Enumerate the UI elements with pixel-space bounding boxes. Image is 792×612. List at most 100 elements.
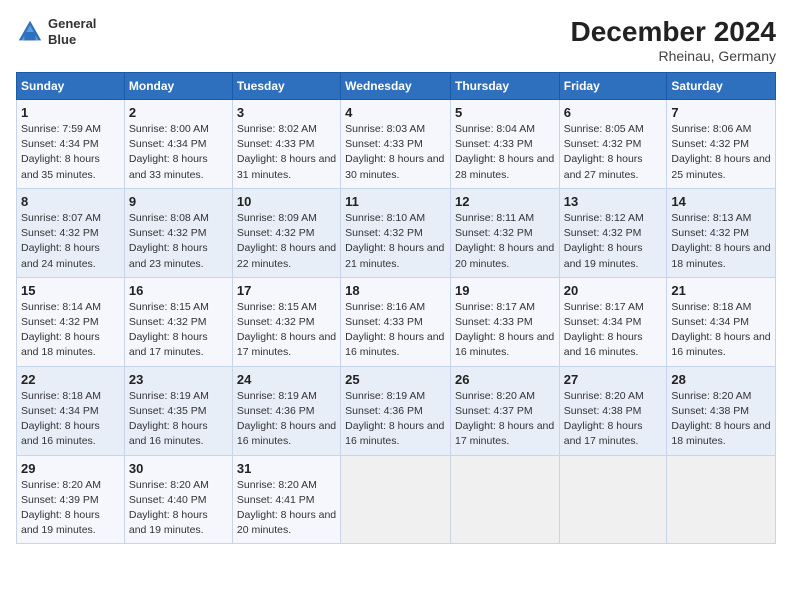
daylight-label: Daylight: 8 hours and 16 minutes. — [345, 420, 444, 447]
day-info: Sunrise: 8:02 AM Sunset: 4:33 PM Dayligh… — [237, 122, 336, 183]
daylight-label: Daylight: 8 hours and 24 minutes. — [21, 242, 100, 269]
logo: General Blue — [16, 16, 96, 47]
day-info: Sunrise: 8:16 AM Sunset: 4:33 PM Dayligh… — [345, 300, 446, 361]
daylight-label: Daylight: 8 hours and 17 minutes. — [455, 420, 554, 447]
day-number: 8 — [21, 194, 120, 209]
daylight-label: Daylight: 8 hours and 16 minutes. — [564, 331, 643, 358]
table-row: 11 Sunrise: 8:10 AM Sunset: 4:32 PM Dayl… — [341, 188, 451, 277]
day-number: 3 — [237, 105, 336, 120]
sunrise-label: Sunrise: 8:17 AM — [564, 301, 644, 313]
daylight-label: Daylight: 8 hours and 27 minutes. — [564, 153, 643, 180]
table-row: 10 Sunrise: 8:09 AM Sunset: 4:32 PM Dayl… — [232, 188, 340, 277]
daylight-label: Daylight: 8 hours and 18 minutes. — [671, 420, 770, 447]
day-number: 7 — [671, 105, 771, 120]
sunrise-label: Sunrise: 8:20 AM — [129, 479, 209, 491]
calendar-header-row: Sunday Monday Tuesday Wednesday Thursday… — [17, 73, 776, 100]
day-number: 5 — [455, 105, 555, 120]
sunrise-label: Sunrise: 8:20 AM — [671, 390, 751, 402]
daylight-label: Daylight: 8 hours and 20 minutes. — [455, 242, 554, 269]
col-saturday: Saturday — [667, 73, 776, 100]
day-info: Sunrise: 8:19 AM Sunset: 4:36 PM Dayligh… — [345, 389, 446, 450]
day-info: Sunrise: 8:09 AM Sunset: 4:32 PM Dayligh… — [237, 211, 336, 272]
table-row: 8 Sunrise: 8:07 AM Sunset: 4:32 PM Dayli… — [17, 188, 125, 277]
calendar-week-row: 8 Sunrise: 8:07 AM Sunset: 4:32 PM Dayli… — [17, 188, 776, 277]
day-number: 20 — [564, 283, 663, 298]
day-number: 31 — [237, 461, 336, 476]
title-block: December 2024 Rheinau, Germany — [571, 16, 776, 64]
day-number: 2 — [129, 105, 228, 120]
sunset-label: Sunset: 4:33 PM — [345, 316, 423, 328]
day-info: Sunrise: 8:04 AM Sunset: 4:33 PM Dayligh… — [455, 122, 555, 183]
day-number: 28 — [671, 372, 771, 387]
day-info: Sunrise: 8:20 AM Sunset: 4:38 PM Dayligh… — [564, 389, 663, 450]
calendar-week-row: 29 Sunrise: 8:20 AM Sunset: 4:39 PM Dayl… — [17, 455, 776, 544]
sunset-label: Sunset: 4:33 PM — [237, 138, 315, 150]
sunrise-label: Sunrise: 8:02 AM — [237, 123, 317, 135]
day-number: 23 — [129, 372, 228, 387]
daylight-label: Daylight: 8 hours and 17 minutes. — [237, 331, 336, 358]
table-row: 6 Sunrise: 8:05 AM Sunset: 4:32 PM Dayli… — [559, 100, 667, 189]
sunrise-label: Sunrise: 8:09 AM — [237, 212, 317, 224]
sunset-label: Sunset: 4:33 PM — [345, 138, 423, 150]
calendar-week-row: 15 Sunrise: 8:14 AM Sunset: 4:32 PM Dayl… — [17, 277, 776, 366]
col-monday: Monday — [124, 73, 232, 100]
table-row: 25 Sunrise: 8:19 AM Sunset: 4:36 PM Dayl… — [341, 366, 451, 455]
sunset-label: Sunset: 4:34 PM — [21, 405, 99, 417]
calendar-week-row: 1 Sunrise: 7:59 AM Sunset: 4:34 PM Dayli… — [17, 100, 776, 189]
sunset-label: Sunset: 4:32 PM — [455, 227, 533, 239]
day-info: Sunrise: 8:19 AM Sunset: 4:36 PM Dayligh… — [237, 389, 336, 450]
day-info: Sunrise: 8:14 AM Sunset: 4:32 PM Dayligh… — [21, 300, 120, 361]
table-row: 30 Sunrise: 8:20 AM Sunset: 4:40 PM Dayl… — [124, 455, 232, 544]
table-row — [559, 455, 667, 544]
daylight-label: Daylight: 8 hours and 18 minutes. — [21, 331, 100, 358]
sunset-label: Sunset: 4:38 PM — [564, 405, 642, 417]
day-info: Sunrise: 8:15 AM Sunset: 4:32 PM Dayligh… — [237, 300, 336, 361]
day-info: Sunrise: 8:20 AM Sunset: 4:39 PM Dayligh… — [21, 478, 120, 539]
table-row — [667, 455, 776, 544]
table-row: 14 Sunrise: 8:13 AM Sunset: 4:32 PM Dayl… — [667, 188, 776, 277]
day-number: 4 — [345, 105, 446, 120]
day-number: 6 — [564, 105, 663, 120]
sunrise-label: Sunrise: 8:14 AM — [21, 301, 101, 313]
sunrise-label: Sunrise: 8:10 AM — [345, 212, 425, 224]
day-info: Sunrise: 8:10 AM Sunset: 4:32 PM Dayligh… — [345, 211, 446, 272]
day-info: Sunrise: 8:17 AM Sunset: 4:33 PM Dayligh… — [455, 300, 555, 361]
sunrise-label: Sunrise: 8:19 AM — [237, 390, 317, 402]
day-number: 9 — [129, 194, 228, 209]
sunset-label: Sunset: 4:32 PM — [237, 227, 315, 239]
sunset-label: Sunset: 4:34 PM — [21, 138, 99, 150]
sunrise-label: Sunrise: 8:12 AM — [564, 212, 644, 224]
sunrise-label: Sunrise: 8:17 AM — [455, 301, 535, 313]
day-info: Sunrise: 8:20 AM Sunset: 4:40 PM Dayligh… — [129, 478, 228, 539]
daylight-label: Daylight: 8 hours and 30 minutes. — [345, 153, 444, 180]
col-sunday: Sunday — [17, 73, 125, 100]
daylight-label: Daylight: 8 hours and 28 minutes. — [455, 153, 554, 180]
day-info: Sunrise: 8:12 AM Sunset: 4:32 PM Dayligh… — [564, 211, 663, 272]
table-row: 9 Sunrise: 8:08 AM Sunset: 4:32 PM Dayli… — [124, 188, 232, 277]
day-info: Sunrise: 8:18 AM Sunset: 4:34 PM Dayligh… — [671, 300, 771, 361]
daylight-label: Daylight: 8 hours and 16 minutes. — [129, 420, 208, 447]
calendar-week-row: 22 Sunrise: 8:18 AM Sunset: 4:34 PM Dayl… — [17, 366, 776, 455]
daylight-label: Daylight: 8 hours and 31 minutes. — [237, 153, 336, 180]
sunset-label: Sunset: 4:38 PM — [671, 405, 749, 417]
calendar-title: December 2024 — [571, 16, 776, 48]
table-row: 12 Sunrise: 8:11 AM Sunset: 4:32 PM Dayl… — [450, 188, 559, 277]
sunset-label: Sunset: 4:36 PM — [345, 405, 423, 417]
day-number: 1 — [21, 105, 120, 120]
col-thursday: Thursday — [450, 73, 559, 100]
table-row: 24 Sunrise: 8:19 AM Sunset: 4:36 PM Dayl… — [232, 366, 340, 455]
sunset-label: Sunset: 4:34 PM — [129, 138, 207, 150]
col-wednesday: Wednesday — [341, 73, 451, 100]
daylight-label: Daylight: 8 hours and 18 minutes. — [671, 242, 770, 269]
sunset-label: Sunset: 4:33 PM — [455, 316, 533, 328]
day-number: 10 — [237, 194, 336, 209]
day-number: 25 — [345, 372, 446, 387]
daylight-label: Daylight: 8 hours and 23 minutes. — [129, 242, 208, 269]
sunset-label: Sunset: 4:32 PM — [564, 227, 642, 239]
day-info: Sunrise: 7:59 AM Sunset: 4:34 PM Dayligh… — [21, 122, 120, 183]
day-info: Sunrise: 8:18 AM Sunset: 4:34 PM Dayligh… — [21, 389, 120, 450]
day-number: 12 — [455, 194, 555, 209]
day-info: Sunrise: 8:06 AM Sunset: 4:32 PM Dayligh… — [671, 122, 771, 183]
table-row: 19 Sunrise: 8:17 AM Sunset: 4:33 PM Dayl… — [450, 277, 559, 366]
day-info: Sunrise: 8:19 AM Sunset: 4:35 PM Dayligh… — [129, 389, 228, 450]
